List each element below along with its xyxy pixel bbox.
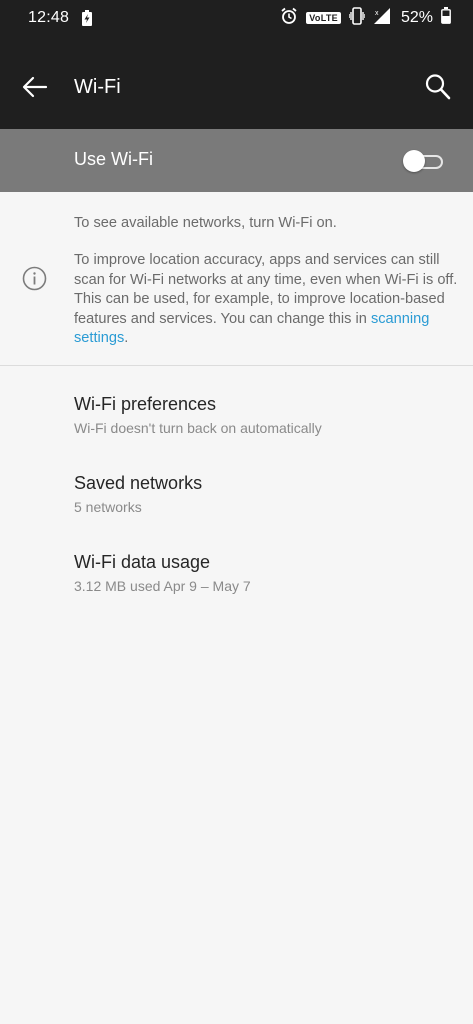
saved-networks-item[interactable]: Saved networks 5 networks [0,455,473,534]
battery-charging-icon [82,10,92,31]
status-time: 12:48 [28,9,70,26]
wifi-data-usage-item[interactable]: Wi-Fi data usage 3.12 MB used Apr 9 – Ma… [0,534,473,613]
use-wifi-switch-row[interactable]: Use Wi-Fi [0,129,473,192]
item-subtitle: Wi-Fi doesn't turn back on automatically [74,420,322,436]
alarm-icon [280,7,298,30]
signal-icon: x [373,7,391,30]
vibrate-icon [348,6,366,30]
use-wifi-toggle[interactable] [403,149,443,172]
divider [0,365,473,366]
battery-percent: 52% [400,9,433,26]
battery-icon [441,7,451,29]
info-scanning-text: To improve location accuracy, apps and s… [74,251,459,349]
use-wifi-label: Use Wi-Fi [74,149,153,169]
page-title: Wi-Fi [74,76,121,98]
search-icon[interactable] [423,72,453,102]
item-subtitle: 5 networks [74,499,142,515]
item-subtitle: 3.12 MB used Apr 9 – May 7 [74,578,251,594]
toggle-thumb [403,150,425,172]
back-arrow-icon[interactable] [20,74,50,100]
item-title: Wi-Fi preferences [74,394,217,414]
info-section: To see available networks, turn Wi-Fi on… [0,192,473,365]
svg-text:x: x [375,10,379,17]
info-end-text: . [124,330,129,346]
status-bar: 12:48 VoLTE x 52% [0,0,473,36]
status-icons: VoLTE x 52% [280,6,451,30]
info-turn-on-text: To see available networks, turn Wi-Fi on… [74,215,337,231]
item-title: Wi-Fi data usage [74,552,211,572]
info-icon [22,266,47,291]
item-title: Saved networks [74,473,203,493]
volte-icon: VoLTE [306,12,341,24]
wifi-preferences-item[interactable]: Wi-Fi preferences Wi-Fi doesn't turn bac… [0,376,473,455]
app-bar: Wi-Fi [0,36,473,129]
